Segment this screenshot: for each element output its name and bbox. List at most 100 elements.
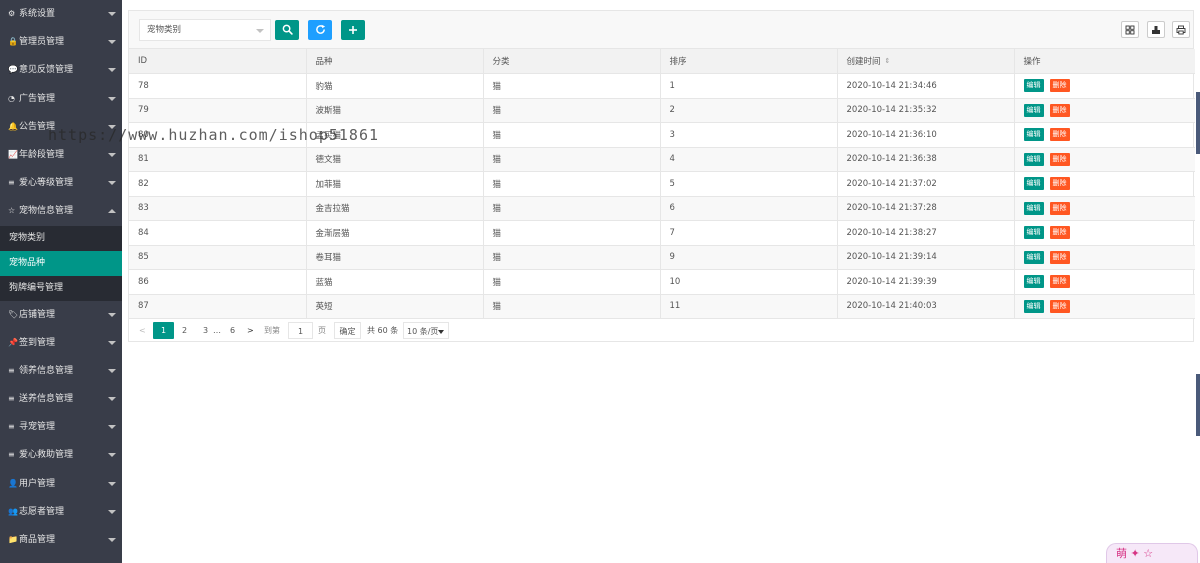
pager-page-last[interactable]: 6 (226, 322, 239, 339)
edit-button[interactable]: 编辑 (1023, 250, 1044, 264)
column-header-3: 排序 (660, 49, 838, 74)
cell-id: 81 (129, 147, 307, 172)
edit-button[interactable]: 编辑 (1023, 79, 1044, 93)
column-filter-button[interactable] (1121, 21, 1139, 38)
sidebar-item-15[interactable]: 👥志愿者管理 (0, 498, 122, 526)
category-select[interactable]: 宠物类别 (139, 19, 271, 41)
cell-id: 82 (129, 171, 307, 197)
edge-tab-top (1196, 92, 1200, 154)
cell-sort: 2 (660, 98, 838, 123)
sidebar-item-label: 爱心救助管理 (19, 450, 74, 461)
cell-id: 79 (129, 98, 307, 123)
sidebar-item-8[interactable]: 🏷店铺管理 (0, 301, 122, 329)
delete-button[interactable]: 删除 (1049, 152, 1070, 166)
cell-sort: 4 (660, 147, 838, 172)
delete-button[interactable]: 删除 (1049, 103, 1070, 117)
pager-goto-label: 到第 (264, 326, 280, 335)
delete-button[interactable]: 删除 (1049, 275, 1070, 289)
plus-icon (349, 26, 357, 34)
cell-breed: 加菲猫 (306, 171, 484, 197)
pager-next-icon[interactable]: > (247, 322, 259, 339)
sidebar-item-14[interactable]: 👤用户管理 (0, 470, 122, 498)
chevron-down-icon (108, 68, 116, 73)
chat-icon: 💬 (8, 65, 18, 75)
add-button[interactable] (341, 20, 365, 40)
cell-breed: 英短 (306, 294, 484, 319)
edit-button[interactable]: 编辑 (1023, 201, 1044, 215)
pager-page-3[interactable]: 3 (199, 322, 212, 339)
cell-sort: 11 (660, 294, 838, 319)
edit-button[interactable]: 编辑 (1023, 128, 1044, 142)
refresh-button[interactable] (308, 20, 332, 40)
delete-button[interactable]: 删除 (1049, 79, 1070, 93)
cell-created: 2020-10-14 21:37:28 (837, 196, 1015, 221)
chevron-down-icon (108, 181, 116, 186)
chevron-down-icon (256, 29, 264, 33)
print-button[interactable] (1172, 21, 1190, 38)
corner-decoration-text: 萌 (1116, 547, 1127, 560)
cell-id: 85 (129, 245, 307, 270)
sidebar-item-11[interactable]: ≡ 送养信息管理 (0, 385, 122, 413)
sidebar-item-10[interactable]: ≡ 领养信息管理 (0, 357, 122, 385)
chevron-down-icon (108, 340, 116, 345)
sidebar-item-9[interactable]: 📌签到管理 (0, 329, 122, 357)
sidebar-item-3[interactable]: ◔ 广告管理 (0, 85, 122, 113)
sidebar-item-0[interactable]: ⚙ 系统设置 (0, 0, 122, 28)
cell-actions: 编辑 删除 (1014, 245, 1195, 270)
sidebar-subitem-1[interactable]: 宠物品种 (0, 250, 122, 276)
column-header-label: 品种 (315, 57, 333, 67)
delete-button[interactable]: 删除 (1049, 226, 1070, 240)
search-button[interactable] (275, 20, 299, 40)
sidebar-subitem-2[interactable]: 狗牌编号管理 (0, 275, 122, 301)
table-row: 80 孟买猫猫 3 2020-10-14 21:36:10 编辑 删除 (129, 122, 1195, 148)
sidebar-item-13[interactable]: ≡ 爱心救助管理 (0, 441, 122, 469)
sidebar-item-2[interactable]: 💬意见反馈管理 (0, 56, 122, 84)
delete-button[interactable]: 删除 (1049, 299, 1070, 313)
edit-button[interactable]: 编辑 (1023, 103, 1044, 117)
column-header-4[interactable]: 创建时间 ⇕ (837, 49, 1015, 74)
pager-page-unit: 页 (318, 326, 326, 335)
sidebar-item-12[interactable]: ≡ 寻宠管理 (0, 413, 122, 441)
cell-actions: 编辑 删除 (1014, 196, 1195, 221)
sidebar-item-6[interactable]: ≡ 爱心等级管理 (0, 169, 122, 197)
table-row: 78 豹猫猫 1 2020-10-14 21:34:46 编辑 删除 (129, 73, 1195, 99)
pager-page-2[interactable]: 2 (178, 322, 191, 339)
pager-size-select[interactable]: 10 条/页 (403, 322, 449, 339)
sidebar-item-label: 公告管理 (19, 121, 56, 132)
table-row: 79 波斯猫猫 2 2020-10-14 21:35:32 编辑 删除 (129, 98, 1195, 123)
sidebar-item-7[interactable]: ☆ 宠物信息管理 (0, 197, 122, 225)
delete-button[interactable]: 删除 (1049, 128, 1070, 142)
pager-current[interactable]: 1 (153, 322, 174, 339)
lock-icon: 🔒 (8, 37, 18, 47)
sidebar-subitem-0[interactable]: 宠物类别 (0, 225, 122, 251)
edit-button[interactable]: 编辑 (1023, 275, 1044, 289)
delete-button[interactable]: 删除 (1049, 201, 1070, 215)
bell-icon: 🔔 (8, 121, 18, 131)
pager-confirm-button[interactable]: 确定 (334, 322, 361, 339)
edit-button[interactable]: 编辑 (1023, 177, 1044, 191)
edit-button[interactable]: 编辑 (1023, 152, 1044, 166)
cell-breed: 金吉拉猫 (306, 196, 484, 221)
sidebar-item-16[interactable]: 📁商品管理 (0, 526, 122, 554)
cell-created: 2020-10-14 21:39:14 (837, 245, 1015, 270)
toolbar: 宠物类别 (129, 11, 1193, 49)
pager-goto-input[interactable]: 1 (288, 322, 313, 339)
column-header-2: 分类 (483, 49, 661, 74)
edit-button[interactable]: 编辑 (1023, 299, 1044, 313)
cell-actions: 编辑 删除 (1014, 147, 1195, 172)
cell-created: 2020-10-14 21:34:46 (837, 73, 1015, 99)
sidebar-item-1[interactable]: 🔒管理员管理 (0, 28, 122, 56)
print-icon (1176, 25, 1186, 35)
compass-icon: ◔ (8, 93, 15, 103)
pager-prev-icon[interactable]: < (139, 322, 151, 339)
delete-button[interactable]: 删除 (1049, 177, 1070, 191)
sort-icon[interactable]: ⇕ (885, 57, 891, 65)
sidebar-item-4[interactable]: 🔔公告管理 (0, 113, 122, 141)
sidebar-item-5[interactable]: 📈年龄段管理 (0, 141, 122, 169)
pager-total: 共 60 条 (367, 326, 399, 335)
cell-actions: 编辑 删除 (1014, 171, 1195, 197)
delete-button[interactable]: 删除 (1049, 250, 1070, 264)
cell-sort: 10 (660, 269, 838, 295)
export-button[interactable] (1147, 21, 1165, 38)
edit-button[interactable]: 编辑 (1023, 226, 1044, 240)
